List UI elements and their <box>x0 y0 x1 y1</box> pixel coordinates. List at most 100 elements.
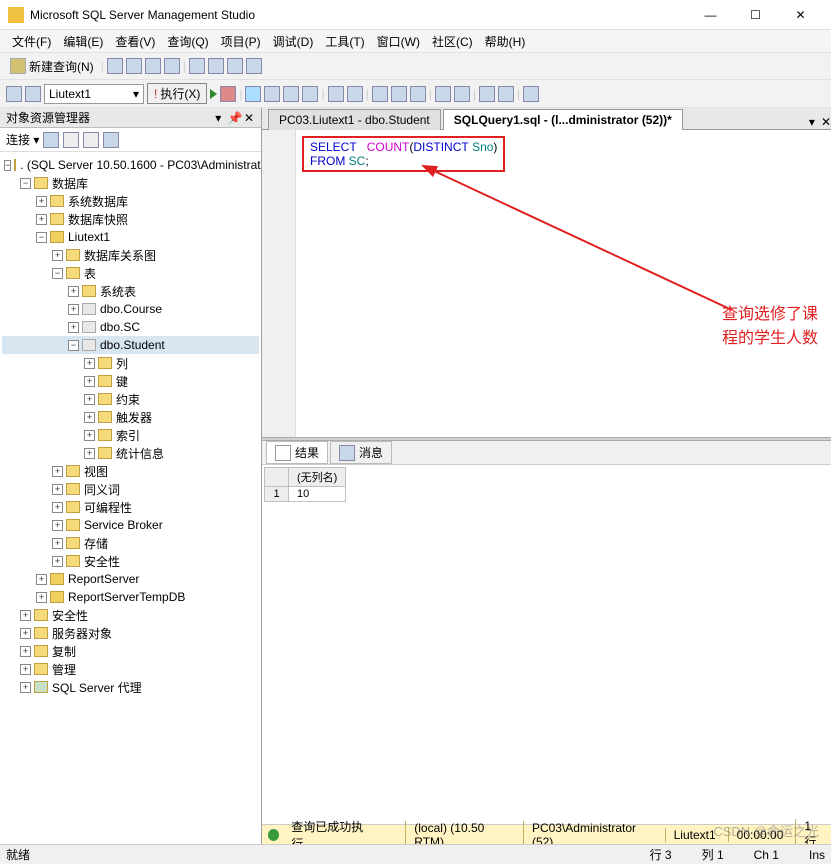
tree-expand-icon[interactable]: + <box>84 430 95 441</box>
minimize-button[interactable]: — <box>688 1 733 29</box>
tree-expand-icon[interactable]: + <box>84 376 95 387</box>
toolbar-icon-1[interactable] <box>107 58 123 74</box>
menu-debug[interactable]: 调试(D) <box>267 33 320 50</box>
tree-report-server-temp[interactable]: ReportServerTempDB <box>68 590 185 604</box>
tree-management[interactable]: 管理 <box>52 661 76 678</box>
tree-security[interactable]: 安全性 <box>52 607 88 624</box>
tree-stats[interactable]: 统计信息 <box>116 445 164 462</box>
change-connection-icon[interactable] <box>25 86 41 102</box>
toolbar-icon-2[interactable] <box>126 58 142 74</box>
menu-file[interactable]: 文件(F) <box>6 33 57 50</box>
results-tab[interactable]: 结果 <box>266 441 328 464</box>
open-icon[interactable] <box>189 58 205 74</box>
client-stats-icon[interactable] <box>347 86 363 102</box>
results-grid[interactable]: (无列名) 110 <box>262 465 831 517</box>
menu-query[interactable]: 查询(Q) <box>161 33 214 50</box>
results-grid-icon[interactable] <box>391 86 407 102</box>
object-tree[interactable]: −. (SQL Server 10.50.1600 - PC03\Adminis… <box>0 152 261 844</box>
connect-icon[interactable] <box>6 86 22 102</box>
tree-collapse-icon[interactable]: − <box>4 160 11 171</box>
pane-dropdown-icon[interactable]: ▾ <box>212 111 224 125</box>
tree-sc[interactable]: dbo.SC <box>100 320 140 334</box>
tree-tables[interactable]: 表 <box>84 265 96 282</box>
execute-button[interactable]: ! 执行(X) <box>147 83 207 104</box>
tree-replication[interactable]: 复制 <box>52 643 76 660</box>
outdent-icon[interactable] <box>498 86 514 102</box>
tree-sys-db[interactable]: 系统数据库 <box>68 193 128 210</box>
tree-expand-icon[interactable]: + <box>36 592 47 603</box>
pane-pin-icon[interactable]: 📌 <box>228 111 240 125</box>
tree-expand-icon[interactable]: + <box>52 484 63 495</box>
maximize-button[interactable]: ☐ <box>733 1 778 29</box>
tree-synonyms[interactable]: 同义词 <box>84 481 120 498</box>
close-button[interactable]: ✕ <box>778 1 823 29</box>
connect-bar-icon-1[interactable] <box>43 132 59 148</box>
tree-expand-icon[interactable]: + <box>36 196 47 207</box>
toolbar-icon-3[interactable] <box>145 58 161 74</box>
refresh-icon[interactable] <box>103 132 119 148</box>
tree-programmability[interactable]: 可编程性 <box>84 499 132 516</box>
tree-constraints[interactable]: 约束 <box>116 391 140 408</box>
tree-expand-icon[interactable]: + <box>20 682 31 693</box>
grid-header[interactable]: (无列名) <box>289 468 346 487</box>
tree-expand-icon[interactable]: + <box>20 628 31 639</box>
menu-community[interactable]: 社区(C) <box>426 33 479 50</box>
tree-storage[interactable]: 存储 <box>84 535 108 552</box>
tree-expand-icon[interactable]: + <box>52 466 63 477</box>
tab-close-icon[interactable]: ✕ <box>821 115 831 129</box>
tree-cols[interactable]: 列 <box>116 355 128 372</box>
tree-expand-icon[interactable]: + <box>52 538 63 549</box>
tree-expand-icon[interactable]: + <box>36 574 47 585</box>
estimated-plan-icon[interactable] <box>264 86 280 102</box>
save-all-icon[interactable] <box>227 58 243 74</box>
tree-expand-icon[interactable]: + <box>84 412 95 423</box>
parse-icon[interactable] <box>245 86 261 102</box>
tree-databases[interactable]: 数据库 <box>52 175 88 192</box>
grid-cell[interactable]: 10 <box>289 487 346 502</box>
tree-collapse-icon[interactable]: − <box>52 268 63 279</box>
tree-sql-agent[interactable]: SQL Server 代理 <box>52 679 142 696</box>
tree-collapse-icon[interactable]: − <box>36 232 47 243</box>
tree-diagrams[interactable]: 数据库关系图 <box>84 247 156 264</box>
tree-security-db[interactable]: 安全性 <box>84 553 120 570</box>
tree-course[interactable]: dbo.Course <box>100 302 162 316</box>
menu-edit[interactable]: 编辑(E) <box>57 33 109 50</box>
tree-keys[interactable]: 键 <box>116 373 128 390</box>
tree-indexes[interactable]: 索引 <box>116 427 140 444</box>
stop-icon[interactable] <box>220 86 236 102</box>
tab-sqlquery[interactable]: SQLQuery1.sql - (l...dministrator (52))* <box>443 109 683 130</box>
tree-expand-icon[interactable]: + <box>68 286 79 297</box>
menu-tools[interactable]: 工具(T) <box>319 33 370 50</box>
query-options-icon[interactable] <box>283 86 299 102</box>
tree-expand-icon[interactable]: + <box>84 358 95 369</box>
tree-views[interactable]: 视图 <box>84 463 108 480</box>
tree-expand-icon[interactable]: + <box>84 394 95 405</box>
indent-icon[interactable] <box>479 86 495 102</box>
tree-triggers[interactable]: 触发器 <box>116 409 152 426</box>
tree-expand-icon[interactable]: + <box>52 556 63 567</box>
menu-window[interactable]: 窗口(W) <box>371 33 426 50</box>
menu-help[interactable]: 帮助(H) <box>479 33 532 50</box>
pane-close-icon[interactable]: ✕ <box>243 111 255 125</box>
tree-expand-icon[interactable]: + <box>52 250 63 261</box>
tree-user-db[interactable]: Liutext1 <box>68 230 110 244</box>
tab-list-icon[interactable]: ▾ <box>809 115 815 129</box>
tree-expand-icon[interactable]: + <box>20 646 31 657</box>
new-query-button[interactable]: 新建查询(N) <box>6 56 98 77</box>
tree-expand-icon[interactable]: + <box>68 322 79 333</box>
tree-report-server[interactable]: ReportServer <box>68 572 139 586</box>
print-icon[interactable] <box>246 58 262 74</box>
comment-icon[interactable] <box>435 86 451 102</box>
menu-project[interactable]: 项目(P) <box>215 33 267 50</box>
save-icon[interactable] <box>208 58 224 74</box>
specify-values-icon[interactable] <box>523 86 539 102</box>
tree-expand-icon[interactable]: + <box>20 664 31 675</box>
tree-collapse-icon[interactable]: − <box>68 340 79 351</box>
tab-student[interactable]: PC03.Liutext1 - dbo.Student <box>268 109 441 130</box>
tree-expand-icon[interactable]: + <box>68 304 79 315</box>
toolbar-icon-4[interactable] <box>164 58 180 74</box>
tree-server[interactable]: . (SQL Server 10.50.1600 - PC03\Administ… <box>20 158 261 172</box>
tree-expand-icon[interactable]: + <box>36 214 47 225</box>
tree-student[interactable]: dbo.Student <box>100 338 165 352</box>
tree-expand-icon[interactable]: + <box>20 610 31 621</box>
